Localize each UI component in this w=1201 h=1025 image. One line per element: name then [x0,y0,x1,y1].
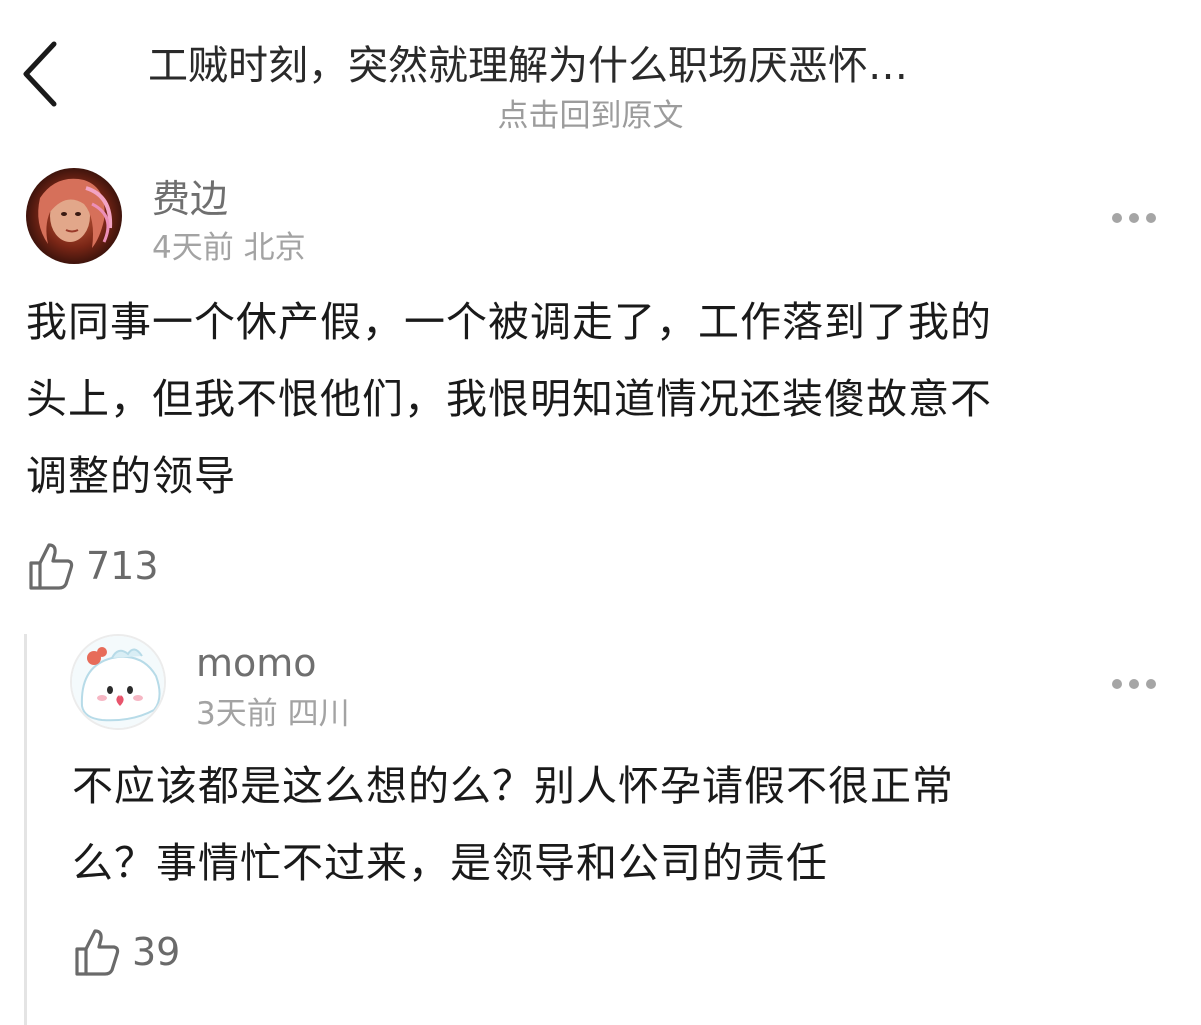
like-count: 39 [132,930,181,974]
comment-meta: 4天前 北京 [152,230,306,266]
reply-text-line: 么？事情忙不过来，是领导和公司的责任 [72,839,828,887]
reply-thread-line [24,634,27,1025]
comment-text-line: 我同事一个休产假，一个被调走了，工作落到了我的 [26,298,992,346]
back-to-original-link[interactable]: 点击回到原文 [0,96,1181,136]
comment-text-line: 调整的领导 [26,452,236,500]
more-options-button[interactable] [1110,672,1158,696]
more-dots-icon [1112,679,1156,689]
more-options-button[interactable] [1110,206,1158,230]
like-button[interactable]: 713 [28,538,159,594]
reply-text: 不应该都是这么想的么？别人怀孕请假不很正常 么？事情忙不过来，是领导和公司的责任 [72,748,1182,902]
avatar[interactable] [26,168,122,264]
like-count: 713 [86,544,159,588]
post-title: 工贼时刻，突然就理解为什么职场厌恶怀… [148,43,908,89]
comment-username[interactable]: 费边 [152,176,228,222]
comment-text: 我同事一个休产假，一个被调走了，工作落到了我的 头上，但我不恨他们，我恨明知道情… [26,284,1176,515]
top-bar: 工贼时刻，突然就理解为什么职场厌恶怀… 点击回到原文 [0,0,1201,150]
reply-meta: 3天前 四川 [196,696,350,732]
comment-text-line: 头上，但我不恨他们，我恨明知道情况还装傻故意不 [26,375,992,423]
avatar[interactable] [70,634,166,730]
thumbs-up-icon [75,929,120,976]
reply-text-line: 不应该都是这么想的么？别人怀孕请假不很正常 [72,762,954,810]
thumbs-up-icon [29,543,74,590]
more-dots-icon [1112,213,1156,223]
like-button[interactable]: 39 [74,924,180,980]
reply-username[interactable]: momo [196,640,317,686]
